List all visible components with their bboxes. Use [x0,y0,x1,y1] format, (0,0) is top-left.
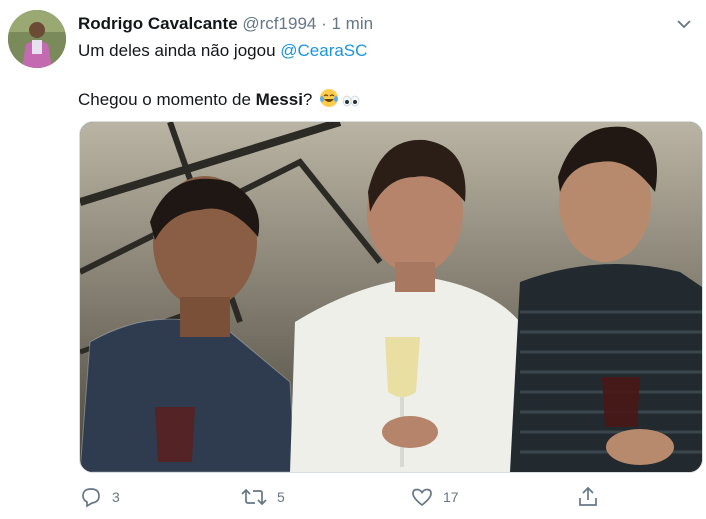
tweet-actions: 3 5 17 [0,484,706,514]
share-icon [579,486,597,506]
avatar[interactable] [8,10,66,68]
reply-icon [82,488,100,508]
tweet-header: Rodrigo Cavalcante @rcf1994 · 1 min [78,14,373,34]
retweet-icon [241,488,267,506]
tweet-text-suffix: ? [302,90,313,109]
tweet-text-line1: Um deles ainda não jogou @CearaSC [78,41,367,61]
photo-three-men [80,122,702,472]
chevron-down-icon[interactable] [674,14,694,34]
author-handle[interactable]: @rcf1994 [242,14,316,33]
share-button[interactable] [577,484,599,510]
reply-button[interactable]: 3 [80,484,120,510]
tweet-photo[interactable] [79,121,703,473]
eyes-emoji [341,93,361,113]
tweet-text-bold: Messi [255,90,303,109]
author-name[interactable]: Rodrigo Cavalcante [78,14,238,33]
tears-of-joy-emoji [319,88,339,113]
separator-dot: · [321,14,327,33]
retweet-count: 5 [277,489,285,505]
like-button[interactable]: 17 [411,484,459,510]
avatar-photo [8,10,66,68]
timestamp[interactable]: 1 min [332,14,374,33]
mention-link[interactable]: @CearaSC [280,41,367,60]
heart-icon [412,488,432,507]
like-count: 17 [443,489,459,505]
tweet-text-line2: Chegou o momento de Messi? [78,88,361,113]
reply-count: 3 [112,489,120,505]
tweet-text: Um deles ainda não jogou [78,41,281,60]
retweet-button[interactable]: 5 [241,484,285,510]
tweet-text-prefix: Chegou o momento de [78,90,256,109]
